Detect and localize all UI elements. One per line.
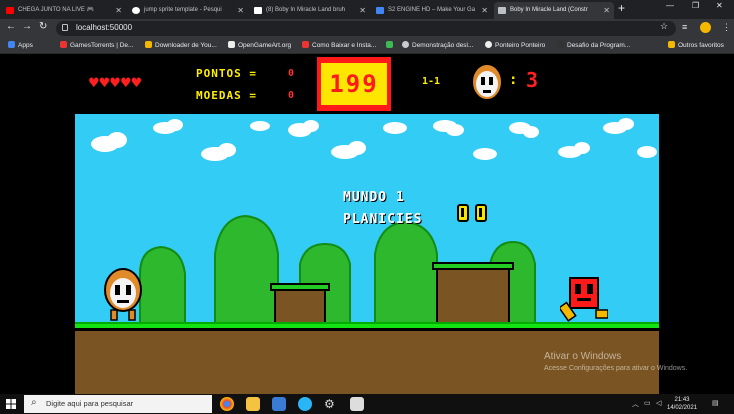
level-indicator: 1-1 (422, 76, 441, 87)
minimize-icon[interactable]: — (666, 1, 674, 10)
browser-toolbar: ← → ↻ localhost:50000 (0, 19, 734, 38)
world-title: MUNDO 1 (343, 190, 405, 205)
chrome-icon[interactable] (220, 397, 234, 411)
bookmark-outros-favoritos[interactable]: Outros favoritos (668, 41, 724, 49)
menu-icon[interactable]: ⋮ (722, 22, 731, 33)
world-subtitle: PLANICIES (343, 212, 423, 227)
bookmark-apps[interactable]: Apps (8, 41, 33, 49)
windows-taskbar: ⌕ Digite aqui para pesquisar ⚙ ︿ ▭ ◁ 21:… (0, 394, 734, 414)
tab-s2-engine[interactable]: S2 ENGINE HD – Make Your Ga ✕ (372, 2, 492, 19)
bookmark-demonstracao[interactable]: Demonstração desl... (402, 41, 473, 49)
browser-tab-bar: CHEGA JUNTO NA LIVE 🎮 ✕ jump sprite temp… (0, 0, 734, 19)
opengameart-icon (228, 41, 235, 48)
colorful-icon (386, 41, 393, 48)
mountain-icon (557, 41, 564, 48)
github-icon (402, 41, 409, 48)
playlist-icon[interactable]: ≡ (682, 22, 687, 32)
address-bar[interactable]: localhost:50000 (56, 21, 676, 36)
settings-gear-icon[interactable]: ⚙ (324, 397, 338, 411)
windows-start-icon[interactable] (6, 399, 16, 409)
timer-value: 199 (321, 63, 387, 105)
player-character (104, 268, 142, 321)
search-placeholder: Digite aqui para pesquisar (46, 399, 134, 408)
app-window-icon[interactable] (350, 397, 364, 411)
tab-title: CHEGA JUNTO NA LIVE 🎮 (18, 7, 95, 13)
timer-box: 199 (317, 57, 391, 111)
network-icon[interactable]: ▭ (644, 399, 651, 407)
tray-chevron-icon[interactable]: ︿ (632, 399, 639, 409)
tab-title: jump sprite template - Pesqui (144, 7, 222, 13)
close-icon[interactable]: ✕ (237, 2, 244, 19)
platform-tall-top (432, 262, 514, 270)
youtube-icon (302, 41, 309, 48)
bookmarks-bar: Apps GamesTorrents | De... Downloader de… (0, 38, 734, 54)
player-face-icon (471, 63, 503, 101)
tab-boby-bruh[interactable]: (8) Boby In Miracle Land bruh ✕ (250, 2, 370, 19)
hearts-health: ♥♥♥♥♥ (88, 76, 142, 91)
download-icon (145, 41, 152, 48)
profile-avatar[interactable] (700, 22, 711, 33)
bookmark-downloader[interactable]: Downloader de You... (145, 41, 217, 49)
coin-icons (457, 204, 487, 222)
notifications-icon[interactable]: ▤ (712, 399, 719, 407)
coins-value: 0 (288, 90, 295, 101)
tab-jump-sprite[interactable]: jump sprite template - Pesqui ✕ (128, 2, 248, 19)
tab-title: (8) Boby In Miracle Land bruh (266, 7, 346, 13)
bookmark-gamestorrents[interactable]: GamesTorrents | De... (60, 41, 133, 49)
bookmark-opengameart[interactable]: OpenGameArt.org (228, 41, 291, 49)
bookmark-como-baixar[interactable]: Como Baixar e Insta... (302, 41, 376, 49)
construct-icon[interactable] (298, 397, 312, 411)
close-icon[interactable]: ✕ (481, 2, 488, 19)
bookmark-desafio[interactable]: Desafio da Program... (557, 41, 630, 49)
store-icon[interactable] (272, 397, 286, 411)
tab-live[interactable]: CHEGA JUNTO NA LIVE 🎮 ✕ (2, 2, 126, 19)
search-icon: ⌕ (31, 397, 37, 408)
close-icon[interactable]: ✕ (603, 2, 610, 19)
folder-icon (668, 41, 675, 48)
window-close-icon[interactable]: ✕ (716, 1, 723, 10)
info-icon (62, 24, 68, 31)
page-icon (498, 7, 506, 14)
file-explorer-icon[interactable] (246, 397, 260, 411)
activation-watermark-subtitle: Acesse Configurações para ativar o Windo… (544, 365, 688, 372)
back-icon[interactable]: ← (6, 21, 16, 32)
restore-icon[interactable]: ❐ (692, 1, 699, 10)
taskbar-search[interactable]: ⌕ Digite aqui para pesquisar (24, 395, 212, 413)
platform-short-top (270, 283, 330, 291)
taskbar-clock[interactable]: 21:43 14/02/2021 (667, 396, 697, 412)
lives-count: 3 (526, 68, 539, 92)
bookmark-unnamed[interactable] (386, 41, 396, 49)
platform-tall (436, 268, 510, 324)
platform-short (274, 288, 326, 324)
close-icon[interactable]: ✕ (115, 2, 122, 19)
reload-icon[interactable]: ↻ (39, 21, 47, 32)
apps-icon (8, 41, 15, 48)
gamestorrents-icon (60, 41, 67, 48)
forward-icon[interactable]: → (22, 21, 32, 32)
tab-title: S2 ENGINE HD – Make Your Ga (388, 7, 476, 13)
coins-label: MOEDAS = (196, 89, 257, 102)
tab-title: Boby In Miracle Land (Constr (510, 7, 588, 13)
points-label: PONTOS = (196, 67, 257, 80)
new-tab-button[interactable]: + (618, 1, 625, 15)
volume-icon[interactable]: ◁ (656, 399, 661, 407)
clock-date: 14/02/2021 (667, 405, 698, 411)
close-icon[interactable]: ✕ (359, 2, 366, 19)
google-icon (132, 7, 140, 14)
globe-icon (485, 41, 492, 48)
bookmark-ponteiro[interactable]: Ponteiro Ponteiro (485, 41, 545, 49)
url-text[interactable]: localhost:50000 (76, 23, 132, 32)
youtube-icon (6, 7, 14, 14)
clock-time: 21:43 (674, 397, 690, 403)
tab-boby-construct[interactable]: Boby In Miracle Land (Constr ✕ (494, 2, 614, 19)
app-icon (254, 7, 262, 14)
s2-engine-icon (376, 7, 384, 14)
points-value: 0 (288, 68, 295, 79)
enemy-red-block (560, 277, 608, 322)
lives-colon: : (509, 72, 518, 88)
bookmark-star-icon[interactable]: ☆ (660, 21, 668, 32)
activation-watermark-title: Ativar o Windows (544, 351, 622, 362)
game-hud: ♥♥♥♥♥ PONTOS = 0 MOEDAS = 0 199 1-1 : 3 (0, 54, 734, 114)
